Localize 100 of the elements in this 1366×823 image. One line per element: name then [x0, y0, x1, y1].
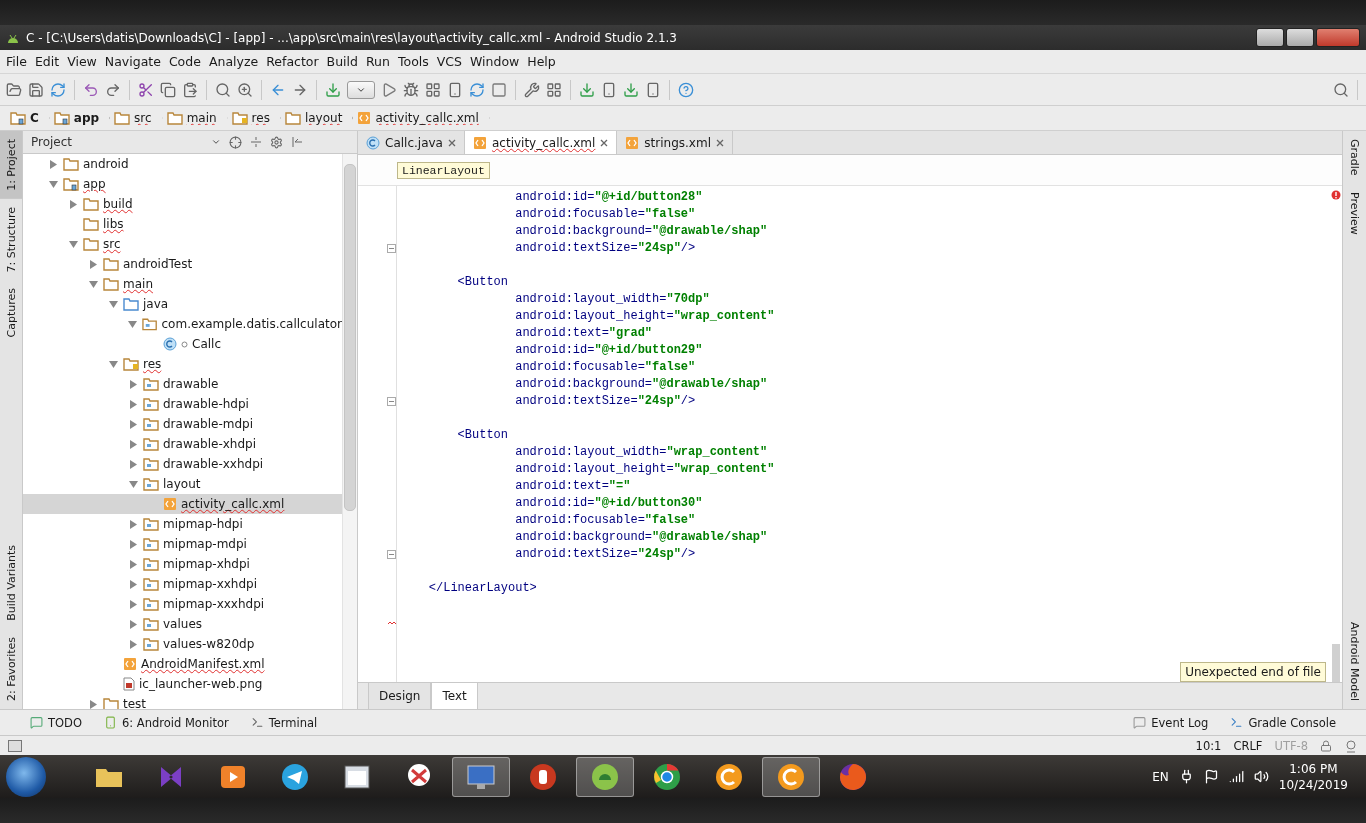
tree-item[interactable]: mipmap-xxxhdpi — [23, 594, 342, 614]
fold-marker-icon[interactable] — [387, 397, 396, 406]
taskbar-button[interactable] — [762, 756, 820, 797]
stop-icon[interactable] — [491, 81, 507, 98]
download-icon[interactable] — [623, 81, 639, 98]
hide-icon[interactable] — [291, 136, 303, 148]
phone-icon[interactable] — [645, 81, 661, 98]
tool-window-tab[interactable]: Build Variants — [0, 537, 22, 630]
expand-arrow-icon[interactable] — [48, 159, 58, 169]
play-icon[interactable] — [381, 81, 397, 98]
menu-item[interactable]: Tools — [393, 54, 433, 69]
menu-item[interactable]: Edit — [30, 54, 64, 69]
menu-item[interactable]: Build — [322, 54, 362, 69]
fold-marker-icon[interactable] — [387, 550, 396, 559]
close-icon[interactable] — [716, 138, 724, 147]
phone-icon[interactable] — [601, 81, 617, 98]
bug-icon[interactable] — [403, 81, 419, 98]
view-tab[interactable]: Text — [431, 683, 478, 709]
tree-item[interactable]: drawable — [23, 374, 342, 394]
tree-item[interactable]: mipmap-mdpi — [23, 534, 342, 554]
menu-item[interactable]: Window — [466, 54, 524, 69]
tool-window-button[interactable]: Event Log — [1133, 715, 1209, 730]
grid-icon[interactable] — [546, 81, 562, 98]
wrench-icon[interactable] — [524, 81, 540, 98]
grid-icon[interactable] — [425, 81, 441, 98]
breadcrumb[interactable]: res — [227, 111, 281, 125]
inspector-icon[interactable] — [1344, 738, 1358, 753]
tree-item[interactable]: androidTest — [23, 254, 342, 274]
menu-item[interactable]: VCS — [432, 54, 466, 69]
tree-item[interactable]: mipmap-hdpi — [23, 514, 342, 534]
redo-icon[interactable] — [105, 81, 121, 98]
tool-window-tab[interactable]: Android Model — [1343, 613, 1365, 709]
tool-window-tab[interactable]: Captures — [0, 280, 22, 346]
tool-window-tab[interactable]: 7: Structure — [0, 198, 22, 281]
tree-item[interactable]: drawable-xxhdpi — [23, 454, 342, 474]
tree-item[interactable]: AndroidManifest.xml — [23, 654, 342, 674]
tree-item[interactable]: values — [23, 614, 342, 634]
start-button[interactable] — [6, 756, 46, 797]
menu-item[interactable]: Refactor — [262, 54, 323, 69]
menu-item[interactable]: Navigate — [100, 54, 165, 69]
menu-item[interactable]: Code — [164, 54, 205, 69]
search-icon[interactable] — [215, 81, 231, 98]
tree-item[interactable]: values-w820dp — [23, 634, 342, 654]
undo-icon[interactable] — [83, 81, 99, 98]
collapse-arrow-icon[interactable] — [108, 359, 118, 369]
scrollbar-thumb[interactable] — [344, 164, 356, 511]
editor-tab[interactable]: activity_callc.xml — [464, 131, 618, 154]
tool-window-button[interactable]: Gradle Console — [1230, 715, 1336, 730]
tree-item[interactable]: layout — [23, 474, 342, 494]
panel-toggle-icon[interactable] — [8, 739, 22, 752]
tool-window-tab[interactable]: 2: Favorites — [0, 629, 22, 709]
fold-marker-icon[interactable] — [387, 244, 396, 253]
view-tab[interactable]: Design — [368, 683, 432, 709]
floppy-icon[interactable] — [28, 81, 44, 98]
copy-icon[interactable] — [160, 81, 176, 98]
menu-item[interactable]: View — [63, 54, 101, 69]
collapse-arrow-icon[interactable] — [48, 179, 58, 189]
tree-item[interactable]: build — [23, 194, 342, 214]
tree-item[interactable]: app — [23, 174, 342, 194]
tree-item[interactable]: drawable-xhdpi — [23, 434, 342, 454]
menu-item[interactable]: Run — [362, 54, 394, 69]
tool-window-button[interactable]: Terminal — [250, 715, 318, 730]
close-icon[interactable] — [447, 138, 456, 147]
menu-item[interactable]: Analyze — [204, 54, 263, 69]
tool-window-tab[interactable]: Preview — [1343, 183, 1365, 243]
tool-window-button[interactable]: TODO — [30, 715, 82, 730]
clock[interactable]: 1:06 PM 10/24/2019 — [1278, 760, 1348, 793]
volume-icon[interactable] — [1253, 769, 1269, 784]
signal-icon[interactable] — [1228, 769, 1244, 784]
maximize-button[interactable] — [1286, 28, 1314, 47]
breadcrumb[interactable]: app — [49, 111, 111, 125]
sync-icon[interactable] — [50, 81, 66, 98]
tree-item[interactable]: android — [23, 154, 342, 174]
breadcrumb[interactable]: C — [6, 111, 50, 125]
scissors-icon[interactable] — [138, 81, 154, 98]
tree-item[interactable]: Callc — [23, 334, 342, 354]
folder-icon[interactable] — [6, 81, 22, 98]
help-icon[interactable] — [678, 81, 694, 98]
expand-arrow-icon[interactable] — [88, 699, 98, 709]
tree-item[interactable]: drawable-hdpi — [23, 394, 342, 414]
sync-icon[interactable] — [469, 81, 485, 98]
breadcrumb[interactable]: layout — [280, 111, 354, 125]
download-icon[interactable] — [579, 81, 595, 98]
menu-item[interactable]: File — [2, 54, 31, 69]
scrollbar-thumb[interactable] — [1332, 644, 1340, 682]
phone-icon[interactable] — [447, 81, 463, 98]
tree-item[interactable]: ic_launcher-web.png — [23, 674, 342, 694]
close-button[interactable] — [1316, 28, 1360, 47]
breadcrumb[interactable]: main — [162, 111, 228, 125]
clipboard-icon[interactable] — [182, 81, 198, 98]
tool-window-tab[interactable]: Gradle — [1343, 131, 1365, 184]
zoom-icon[interactable] — [237, 81, 253, 98]
menu-item[interactable]: Help — [523, 54, 560, 69]
settings-icon[interactable] — [270, 135, 283, 149]
search-icon[interactable] — [1333, 81, 1349, 98]
crosshair-icon[interactable] — [229, 135, 242, 149]
tree-item[interactable]: libs — [23, 214, 342, 234]
expand-arrow-icon[interactable] — [88, 259, 98, 269]
tree-item[interactable]: test — [23, 694, 342, 709]
tree-item[interactable]: drawable-mdpi — [23, 414, 342, 434]
